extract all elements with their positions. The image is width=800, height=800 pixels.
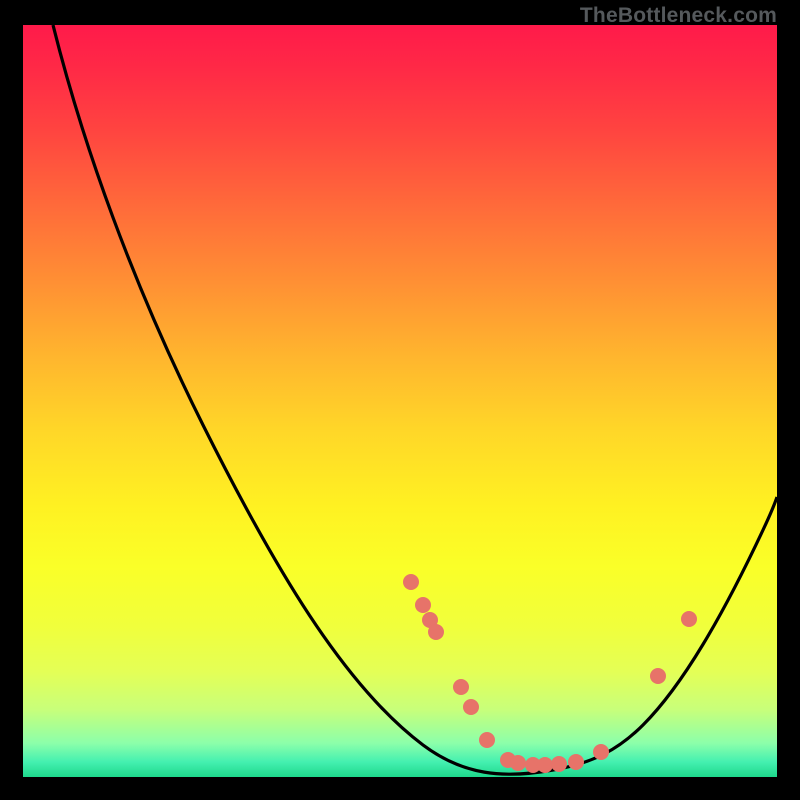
plot-area xyxy=(23,25,777,777)
curve-path xyxy=(53,25,777,774)
watermark-text: TheBottleneck.com xyxy=(580,4,777,28)
data-points xyxy=(403,574,697,773)
chart-frame: TheBottleneck.com xyxy=(0,0,800,800)
bottleneck-curve xyxy=(23,25,777,777)
